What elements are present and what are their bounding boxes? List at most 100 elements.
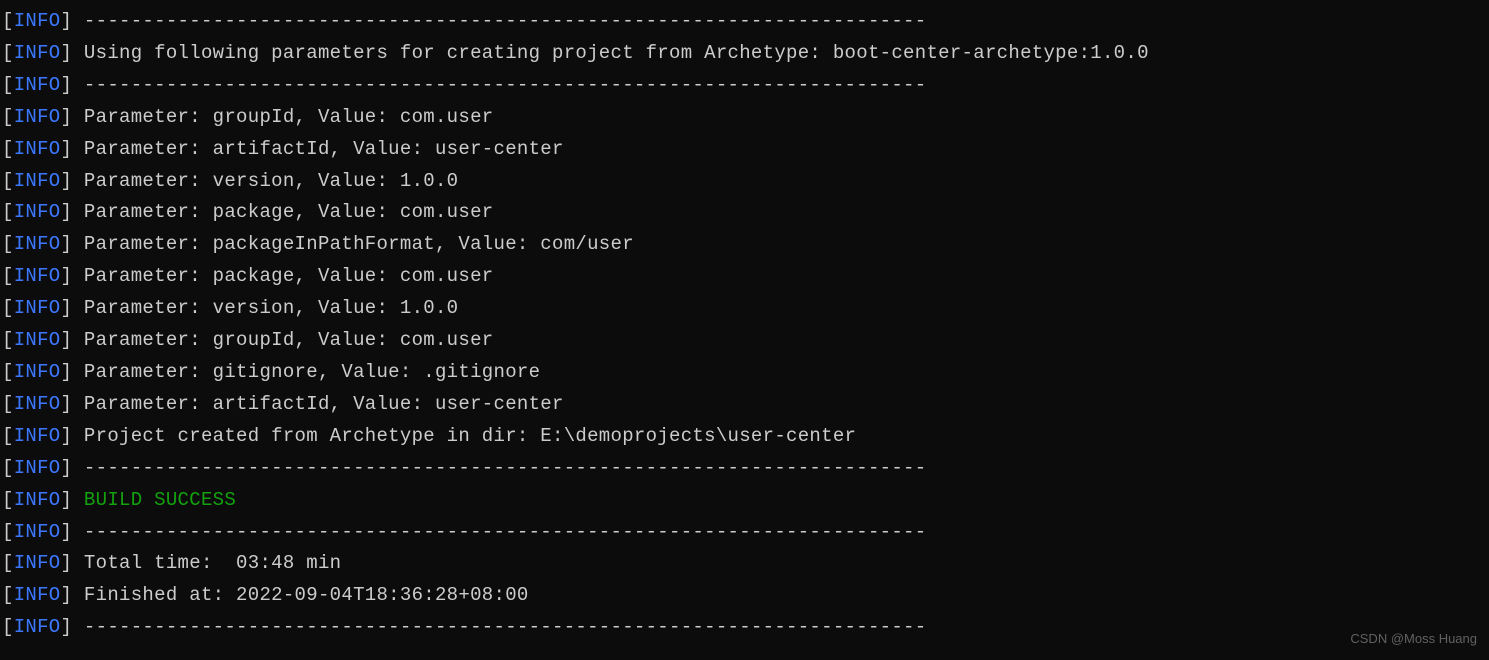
bracket-close: ] — [61, 425, 84, 447]
bracket-close: ] — [61, 521, 84, 543]
bracket-close: ] — [61, 361, 84, 383]
bracket-close: ] — [61, 170, 84, 192]
log-message: Total time: 03:48 min — [84, 552, 341, 574]
log-level: INFO — [14, 425, 61, 447]
bracket-open: [ — [2, 393, 14, 415]
log-message: Parameter: packageInPathFormat, Value: c… — [84, 233, 634, 255]
bracket-close: ] — [61, 616, 84, 638]
log-level: INFO — [14, 584, 61, 606]
log-level: INFO — [14, 42, 61, 64]
log-level: INFO — [14, 138, 61, 160]
log-line: [INFO] Total time: 03:48 min — [0, 548, 1489, 580]
log-message: Parameter: artifactId, Value: user-cente… — [84, 138, 564, 160]
log-level: INFO — [14, 489, 61, 511]
bracket-close: ] — [61, 584, 84, 606]
log-line: [INFO] ---------------------------------… — [0, 517, 1489, 549]
log-message: Parameter: package, Value: com.user — [84, 265, 494, 287]
log-level: INFO — [14, 201, 61, 223]
bracket-open: [ — [2, 457, 14, 479]
log-message: Parameter: groupId, Value: com.user — [84, 329, 494, 351]
log-line: [INFO] ---------------------------------… — [0, 70, 1489, 102]
log-line: [INFO] ---------------------------------… — [0, 6, 1489, 38]
bracket-open: [ — [2, 329, 14, 351]
bracket-open: [ — [2, 297, 14, 319]
bracket-open: [ — [2, 361, 14, 383]
log-message: Parameter: artifactId, Value: user-cente… — [84, 393, 564, 415]
build-success: BUILD SUCCESS — [84, 489, 236, 511]
log-line: [INFO] Parameter: groupId, Value: com.us… — [0, 102, 1489, 134]
log-message: Parameter: groupId, Value: com.user — [84, 106, 494, 128]
bracket-close: ] — [61, 233, 84, 255]
log-line: [INFO] Parameter: artifactId, Value: use… — [0, 389, 1489, 421]
log-level: INFO — [14, 552, 61, 574]
bracket-open: [ — [2, 10, 14, 32]
log-separator: ----------------------------------------… — [84, 10, 927, 32]
log-message: Parameter: package, Value: com.user — [84, 201, 494, 223]
log-separator: ----------------------------------------… — [84, 616, 927, 638]
log-level: INFO — [14, 10, 61, 32]
log-line: [INFO] ---------------------------------… — [0, 612, 1489, 644]
log-line: [INFO] Parameter: artifactId, Value: use… — [0, 134, 1489, 166]
bracket-close: ] — [61, 10, 84, 32]
watermark-text: CSDN @Moss Huang — [1350, 628, 1477, 650]
log-line: [INFO] Using following parameters for cr… — [0, 38, 1489, 70]
bracket-close: ] — [61, 393, 84, 415]
bracket-open: [ — [2, 74, 14, 96]
bracket-close: ] — [61, 42, 84, 64]
bracket-open: [ — [2, 138, 14, 160]
log-level: INFO — [14, 233, 61, 255]
log-level: INFO — [14, 297, 61, 319]
log-message: Parameter: version, Value: 1.0.0 — [84, 297, 458, 319]
log-separator: ----------------------------------------… — [84, 74, 927, 96]
bracket-close: ] — [61, 138, 84, 160]
bracket-open: [ — [2, 265, 14, 287]
log-message: Parameter: gitignore, Value: .gitignore — [84, 361, 540, 383]
log-level: INFO — [14, 329, 61, 351]
log-level: INFO — [14, 393, 61, 415]
log-line: [INFO] Parameter: gitignore, Value: .git… — [0, 357, 1489, 389]
bracket-close: ] — [61, 265, 84, 287]
bracket-close: ] — [61, 74, 84, 96]
bracket-open: [ — [2, 616, 14, 638]
log-line: [INFO] Parameter: package, Value: com.us… — [0, 197, 1489, 229]
log-line: [INFO] Parameter: packageInPathFormat, V… — [0, 229, 1489, 261]
bracket-open: [ — [2, 201, 14, 223]
log-level: INFO — [14, 170, 61, 192]
log-line: [INFO] Parameter: version, Value: 1.0.0 — [0, 166, 1489, 198]
bracket-close: ] — [61, 552, 84, 574]
bracket-close: ] — [61, 201, 84, 223]
log-message: Parameter: version, Value: 1.0.0 — [84, 170, 458, 192]
log-message: Using following parameters for creating … — [84, 42, 1149, 64]
bracket-open: [ — [2, 42, 14, 64]
bracket-close: ] — [61, 106, 84, 128]
log-level: INFO — [14, 457, 61, 479]
bracket-open: [ — [2, 233, 14, 255]
log-level: INFO — [14, 106, 61, 128]
bracket-close: ] — [61, 297, 84, 319]
log-level: INFO — [14, 521, 61, 543]
log-separator: ----------------------------------------… — [84, 521, 927, 543]
bracket-open: [ — [2, 552, 14, 574]
log-line: [INFO] Parameter: package, Value: com.us… — [0, 261, 1489, 293]
log-line: [INFO] Parameter: version, Value: 1.0.0 — [0, 293, 1489, 325]
log-line: [INFO] BUILD SUCCESS — [0, 485, 1489, 517]
bracket-close: ] — [61, 329, 84, 351]
bracket-open: [ — [2, 106, 14, 128]
bracket-open: [ — [2, 521, 14, 543]
log-level: INFO — [14, 265, 61, 287]
bracket-close: ] — [61, 457, 84, 479]
log-line: [INFO] ---------------------------------… — [0, 453, 1489, 485]
log-separator: ----------------------------------------… — [84, 457, 927, 479]
log-message: Project created from Archetype in dir: E… — [84, 425, 856, 447]
bracket-close: ] — [61, 489, 84, 511]
console-output: [INFO] ---------------------------------… — [0, 6, 1489, 644]
log-line: [INFO] Finished at: 2022-09-04T18:36:28+… — [0, 580, 1489, 612]
log-line: [INFO] Parameter: groupId, Value: com.us… — [0, 325, 1489, 357]
bracket-open: [ — [2, 584, 14, 606]
log-message: Finished at: 2022-09-04T18:36:28+08:00 — [84, 584, 529, 606]
log-line: [INFO] Project created from Archetype in… — [0, 421, 1489, 453]
log-level: INFO — [14, 361, 61, 383]
bracket-open: [ — [2, 425, 14, 447]
bracket-open: [ — [2, 489, 14, 511]
log-level: INFO — [14, 616, 61, 638]
